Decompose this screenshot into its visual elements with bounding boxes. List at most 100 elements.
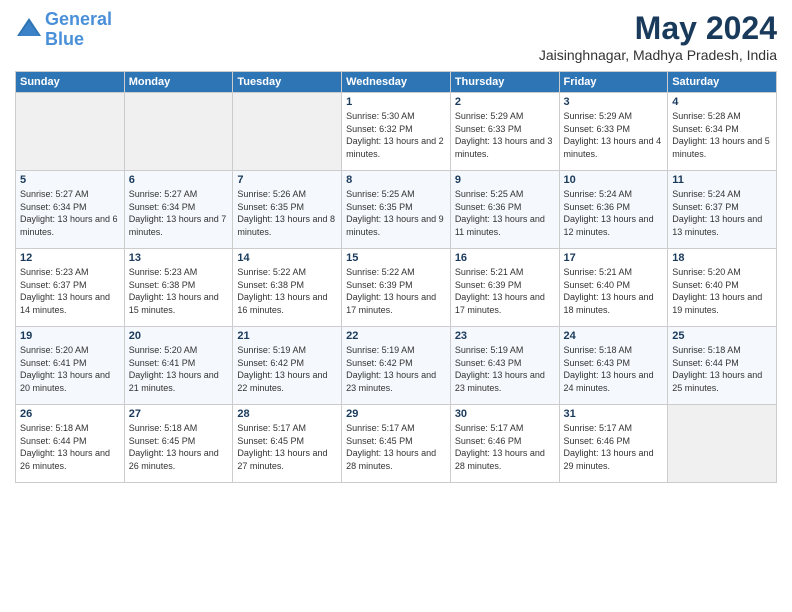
- day-number: 31: [564, 408, 664, 420]
- logo-general: General: [45, 9, 112, 29]
- day-info: Sunrise: 5:20 AMSunset: 6:41 PMDaylight:…: [20, 344, 120, 394]
- day-cell: 25 Sunrise: 5:18 AMSunset: 6:44 PMDayligh…: [668, 327, 777, 405]
- day-info: Sunrise: 5:27 AMSunset: 6:34 PMDaylight:…: [129, 188, 229, 238]
- day-info: Sunrise: 5:21 AMSunset: 6:39 PMDaylight:…: [455, 266, 555, 316]
- weekday-header-sunday: Sunday: [16, 72, 125, 93]
- day-number: 27: [129, 408, 229, 420]
- day-cell: 4 Sunrise: 5:28 AMSunset: 6:34 PMDaylight…: [668, 93, 777, 171]
- weekday-header-friday: Friday: [559, 72, 668, 93]
- day-number: 30: [455, 408, 555, 420]
- day-info: Sunrise: 5:18 AMSunset: 6:44 PMDaylight:…: [672, 344, 772, 394]
- day-info: Sunrise: 5:25 AMSunset: 6:35 PMDaylight:…: [346, 188, 446, 238]
- logo: General Blue: [15, 10, 112, 50]
- day-cell: 29 Sunrise: 5:17 AMSunset: 6:45 PMDayligh…: [342, 405, 451, 483]
- day-number: 6: [129, 174, 229, 186]
- day-number: 25: [672, 330, 772, 342]
- logo-blue: Blue: [45, 29, 84, 49]
- weekday-header-monday: Monday: [124, 72, 233, 93]
- day-cell: [124, 93, 233, 171]
- day-info: Sunrise: 5:19 AMSunset: 6:42 PMDaylight:…: [346, 344, 446, 394]
- day-info: Sunrise: 5:18 AMSunset: 6:43 PMDaylight:…: [564, 344, 664, 394]
- day-number: 29: [346, 408, 446, 420]
- day-cell: 18 Sunrise: 5:20 AMSunset: 6:40 PMDayligh…: [668, 249, 777, 327]
- page: General Blue May 2024 Jaisinghnagar, Mad…: [0, 0, 792, 612]
- day-number: 3: [564, 96, 664, 108]
- day-number: 10: [564, 174, 664, 186]
- day-info: Sunrise: 5:20 AMSunset: 6:41 PMDaylight:…: [129, 344, 229, 394]
- day-number: 1: [346, 96, 446, 108]
- day-cell: 24 Sunrise: 5:18 AMSunset: 6:43 PMDayligh…: [559, 327, 668, 405]
- day-number: 19: [20, 330, 120, 342]
- day-number: 24: [564, 330, 664, 342]
- day-cell: 19 Sunrise: 5:20 AMSunset: 6:41 PMDayligh…: [16, 327, 125, 405]
- day-info: Sunrise: 5:28 AMSunset: 6:34 PMDaylight:…: [672, 110, 772, 160]
- day-cell: 10 Sunrise: 5:24 AMSunset: 6:36 PMDayligh…: [559, 171, 668, 249]
- day-cell: 7 Sunrise: 5:26 AMSunset: 6:35 PMDaylight…: [233, 171, 342, 249]
- weekday-header-tuesday: Tuesday: [233, 72, 342, 93]
- day-cell: 23Sunrise: 5:19 AMSunset: 6:43 PMDayligh…: [450, 327, 559, 405]
- day-cell: 6 Sunrise: 5:27 AMSunset: 6:34 PMDaylight…: [124, 171, 233, 249]
- day-info: Sunrise: 5:22 AMSunset: 6:39 PMDaylight:…: [346, 266, 446, 316]
- day-info: Sunrise: 5:17 AMSunset: 6:45 PMDaylight:…: [237, 422, 337, 472]
- day-cell: 9 Sunrise: 5:25 AMSunset: 6:36 PMDaylight…: [450, 171, 559, 249]
- day-cell: 27 Sunrise: 5:18 AMSunset: 6:45 PMDayligh…: [124, 405, 233, 483]
- day-info: Sunrise: 5:20 AMSunset: 6:40 PMDaylight:…: [672, 266, 772, 316]
- day-info: Sunrise: 5:27 AMSunset: 6:34 PMDaylight:…: [20, 188, 120, 238]
- day-number: 15: [346, 252, 446, 264]
- day-number: 8: [346, 174, 446, 186]
- day-info: Sunrise: 5:17 AMSunset: 6:45 PMDaylight:…: [346, 422, 446, 472]
- weekday-header-wednesday: Wednesday: [342, 72, 451, 93]
- week-row-0: 1Sunrise: 5:30 AMSunset: 6:32 PMDaylight…: [16, 93, 777, 171]
- day-cell: 8 Sunrise: 5:25 AMSunset: 6:35 PMDaylight…: [342, 171, 451, 249]
- day-info: Sunrise: 5:18 AMSunset: 6:45 PMDaylight:…: [129, 422, 229, 472]
- day-info: Sunrise: 5:29 AMSunset: 6:33 PMDaylight:…: [564, 110, 664, 160]
- title-block: May 2024 Jaisinghnagar, Madhya Pradesh, …: [539, 10, 777, 63]
- day-cell: 15 Sunrise: 5:22 AMSunset: 6:39 PMDayligh…: [342, 249, 451, 327]
- day-number: 28: [237, 408, 337, 420]
- day-number: 26: [20, 408, 120, 420]
- day-info: Sunrise: 5:22 AMSunset: 6:38 PMDaylight:…: [237, 266, 337, 316]
- day-info: Sunrise: 5:19 AMSunset: 6:42 PMDaylight:…: [237, 344, 337, 394]
- week-row-4: 26Sunrise: 5:18 AMSunset: 6:44 PMDayligh…: [16, 405, 777, 483]
- day-cell: 31Sunrise: 5:17 AMSunset: 6:46 PMDayligh…: [559, 405, 668, 483]
- day-cell: 22 Sunrise: 5:19 AMSunset: 6:42 PMDayligh…: [342, 327, 451, 405]
- day-cell: 1Sunrise: 5:30 AMSunset: 6:32 PMDaylight…: [342, 93, 451, 171]
- day-info: Sunrise: 5:17 AMSunset: 6:46 PMDaylight:…: [455, 422, 555, 472]
- day-number: 11: [672, 174, 772, 186]
- day-number: 20: [129, 330, 229, 342]
- day-cell: [16, 93, 125, 171]
- weekday-header-saturday: Saturday: [668, 72, 777, 93]
- weekday-header-row: SundayMondayTuesdayWednesdayThursdayFrid…: [16, 72, 777, 93]
- header: General Blue May 2024 Jaisinghnagar, Mad…: [15, 10, 777, 63]
- day-number: 18: [672, 252, 772, 264]
- day-cell: 26Sunrise: 5:18 AMSunset: 6:44 PMDayligh…: [16, 405, 125, 483]
- day-number: 16: [455, 252, 555, 264]
- day-cell: [233, 93, 342, 171]
- week-row-2: 12Sunrise: 5:23 AMSunset: 6:37 PMDayligh…: [16, 249, 777, 327]
- logo-text: General Blue: [45, 10, 112, 50]
- day-info: Sunrise: 5:25 AMSunset: 6:36 PMDaylight:…: [455, 188, 555, 238]
- day-cell: [668, 405, 777, 483]
- month-title: May 2024: [539, 10, 777, 47]
- day-number: 7: [237, 174, 337, 186]
- day-cell: 30 Sunrise: 5:17 AMSunset: 6:46 PMDayligh…: [450, 405, 559, 483]
- day-info: Sunrise: 5:26 AMSunset: 6:35 PMDaylight:…: [237, 188, 337, 238]
- day-number: 2: [455, 96, 555, 108]
- day-cell: 28 Sunrise: 5:17 AMSunset: 6:45 PMDayligh…: [233, 405, 342, 483]
- day-number: 4: [672, 96, 772, 108]
- week-row-3: 19 Sunrise: 5:20 AMSunset: 6:41 PMDayligh…: [16, 327, 777, 405]
- day-number: 9: [455, 174, 555, 186]
- day-cell: 11Sunrise: 5:24 AMSunset: 6:37 PMDayligh…: [668, 171, 777, 249]
- day-info: Sunrise: 5:29 AMSunset: 6:33 PMDaylight:…: [455, 110, 555, 160]
- day-cell: 5Sunrise: 5:27 AMSunset: 6:34 PMDaylight…: [16, 171, 125, 249]
- day-cell: 12Sunrise: 5:23 AMSunset: 6:37 PMDayligh…: [16, 249, 125, 327]
- week-row-1: 5Sunrise: 5:27 AMSunset: 6:34 PMDaylight…: [16, 171, 777, 249]
- day-number: 17: [564, 252, 664, 264]
- logo-icon: [15, 16, 43, 44]
- day-cell: 17Sunrise: 5:21 AMSunset: 6:40 PMDayligh…: [559, 249, 668, 327]
- day-cell: 3 Sunrise: 5:29 AMSunset: 6:33 PMDaylight…: [559, 93, 668, 171]
- day-cell: 16 Sunrise: 5:21 AMSunset: 6:39 PMDayligh…: [450, 249, 559, 327]
- day-cell: 20 Sunrise: 5:20 AMSunset: 6:41 PMDayligh…: [124, 327, 233, 405]
- day-number: 22: [346, 330, 446, 342]
- day-info: Sunrise: 5:24 AMSunset: 6:36 PMDaylight:…: [564, 188, 664, 238]
